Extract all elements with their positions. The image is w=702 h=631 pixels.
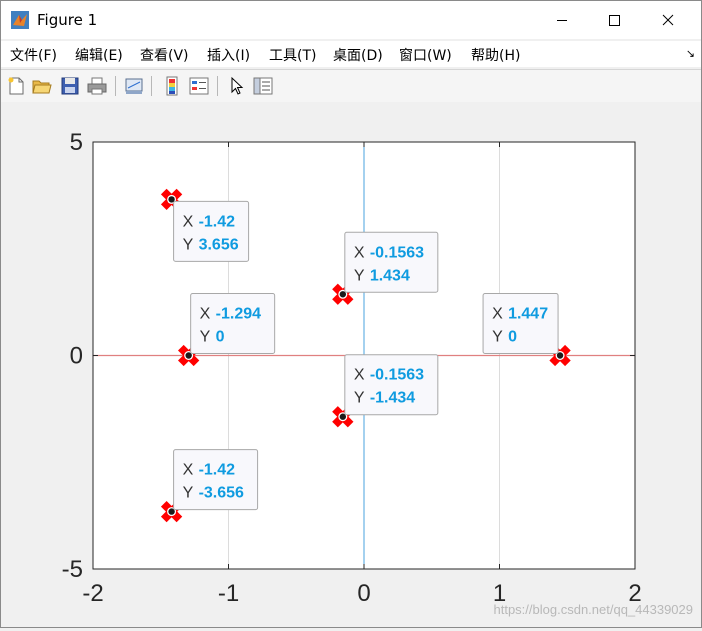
menu-desktop[interactable]: 桌面(D) (333, 45, 383, 65)
datatip-x-label: X (183, 213, 194, 230)
datatip-y-value: 1.434 (370, 267, 410, 284)
datatip-x-value: -0.1563 (370, 367, 424, 384)
datatip-y-value: -3.656 (199, 485, 244, 502)
link-plot-icon[interactable] (123, 75, 145, 97)
datatip-y-value: 0 (508, 329, 517, 346)
x-tick-label: -2 (82, 580, 103, 607)
y-tick-label: -5 (62, 556, 83, 583)
datatip[interactable]: X -1.42 Y -3.656 (173, 449, 259, 511)
close-button[interactable] (645, 1, 691, 39)
property-inspector-icon[interactable] (252, 75, 274, 97)
y-tick-label: 0 (70, 343, 83, 370)
datatip[interactable]: X -1.42 Y 3.656 (173, 200, 250, 262)
pointer-icon[interactable] (225, 75, 247, 97)
maximize-icon (609, 15, 620, 26)
save-icon[interactable] (59, 75, 81, 97)
new-figure-icon[interactable] (5, 75, 27, 97)
title-bar[interactable]: Figure 1 (1, 1, 701, 39)
menu-bar: 文件(F) 编辑(E) 查看(V) 插入(I) 工具(T) 桌面(D) 窗口(W… (1, 41, 701, 67)
close-icon (662, 14, 674, 26)
datatip[interactable]: X 1.447 Y 0 (482, 293, 559, 354)
figure-canvas[interactable]: -2 -1 0 1 2 5 0 -5 X -1.42 Y 3.656 X -1.42 Y -3.656 X -1… (1, 102, 701, 627)
colorbar-icon[interactable] (161, 75, 183, 97)
datatip-y-label: Y (354, 267, 365, 284)
datatip-y-label: Y (492, 329, 503, 346)
matlab-logo-icon (11, 11, 29, 29)
menu-view[interactable]: 查看(V) (140, 45, 189, 65)
datatip-y-value: -1.434 (370, 390, 415, 407)
minimize-icon (557, 20, 567, 21)
y-tick-label: 5 (70, 129, 83, 156)
maximize-button[interactable] (591, 1, 637, 39)
datatip-x-label: X (200, 306, 211, 323)
datatip-x-value: -1.294 (216, 306, 261, 323)
menu-file[interactable]: 文件(F) (10, 45, 57, 65)
datatip-x-value: -1.42 (199, 213, 236, 230)
figure-toolbar (1, 69, 701, 103)
watermark-text: https://blog.csdn.net/qq_44339029 (494, 602, 694, 617)
datatip[interactable]: X -1.294 Y 0 (190, 293, 276, 354)
x-tick-label: 0 (357, 580, 370, 607)
toolbar-separator (217, 76, 218, 96)
minimize-button[interactable] (539, 1, 585, 39)
menu-overflow-arrow-icon[interactable]: ↘ (686, 47, 695, 60)
print-icon[interactable] (86, 75, 108, 97)
menu-tools[interactable]: 工具(T) (269, 45, 316, 65)
datatip-y-value: 3.656 (199, 236, 239, 253)
datatip-x-label: X (492, 306, 503, 323)
datatip-x-value: 1.447 (508, 306, 548, 323)
menu-window[interactable]: 窗口(W) (399, 45, 452, 65)
datatip-x-value: -0.1563 (370, 244, 424, 261)
datatip-x-value: -1.42 (199, 462, 236, 479)
menu-insert[interactable]: 插入(I) (207, 45, 250, 65)
toolbar-separator (151, 76, 152, 96)
datatip-x-label: X (183, 462, 194, 479)
datatip-x-label: X (354, 367, 365, 384)
datatip-y-label: Y (183, 236, 194, 253)
datatip[interactable]: X -0.1563 Y -1.434 (344, 354, 439, 416)
datatip-y-label: Y (183, 485, 194, 502)
toolbar-separator (115, 76, 116, 96)
datatip[interactable]: X -0.1563 Y 1.434 (344, 231, 439, 293)
datatip-x-label: X (354, 244, 365, 261)
menu-edit[interactable]: 编辑(E) (75, 45, 123, 65)
open-file-icon[interactable] (31, 75, 53, 97)
legend-icon[interactable] (188, 75, 210, 97)
datatip-y-label: Y (354, 390, 365, 407)
scatter-plot[interactable]: -2 -1 0 1 250-5 X -1.42Y 3.656X -1.42Y -3.656X -1… (1, 102, 701, 627)
figure-window: Figure 1 文件(F) 编辑(E) 查看(V) 插入(I) 工具(T) 桌… (0, 0, 702, 628)
datatip-y-value: 0 (216, 329, 225, 346)
window-title: Figure 1 (37, 11, 98, 29)
x-tick-label: -1 (218, 580, 239, 607)
datatip-y-label: Y (200, 329, 211, 346)
menu-help[interactable]: 帮助(H) (471, 45, 520, 65)
